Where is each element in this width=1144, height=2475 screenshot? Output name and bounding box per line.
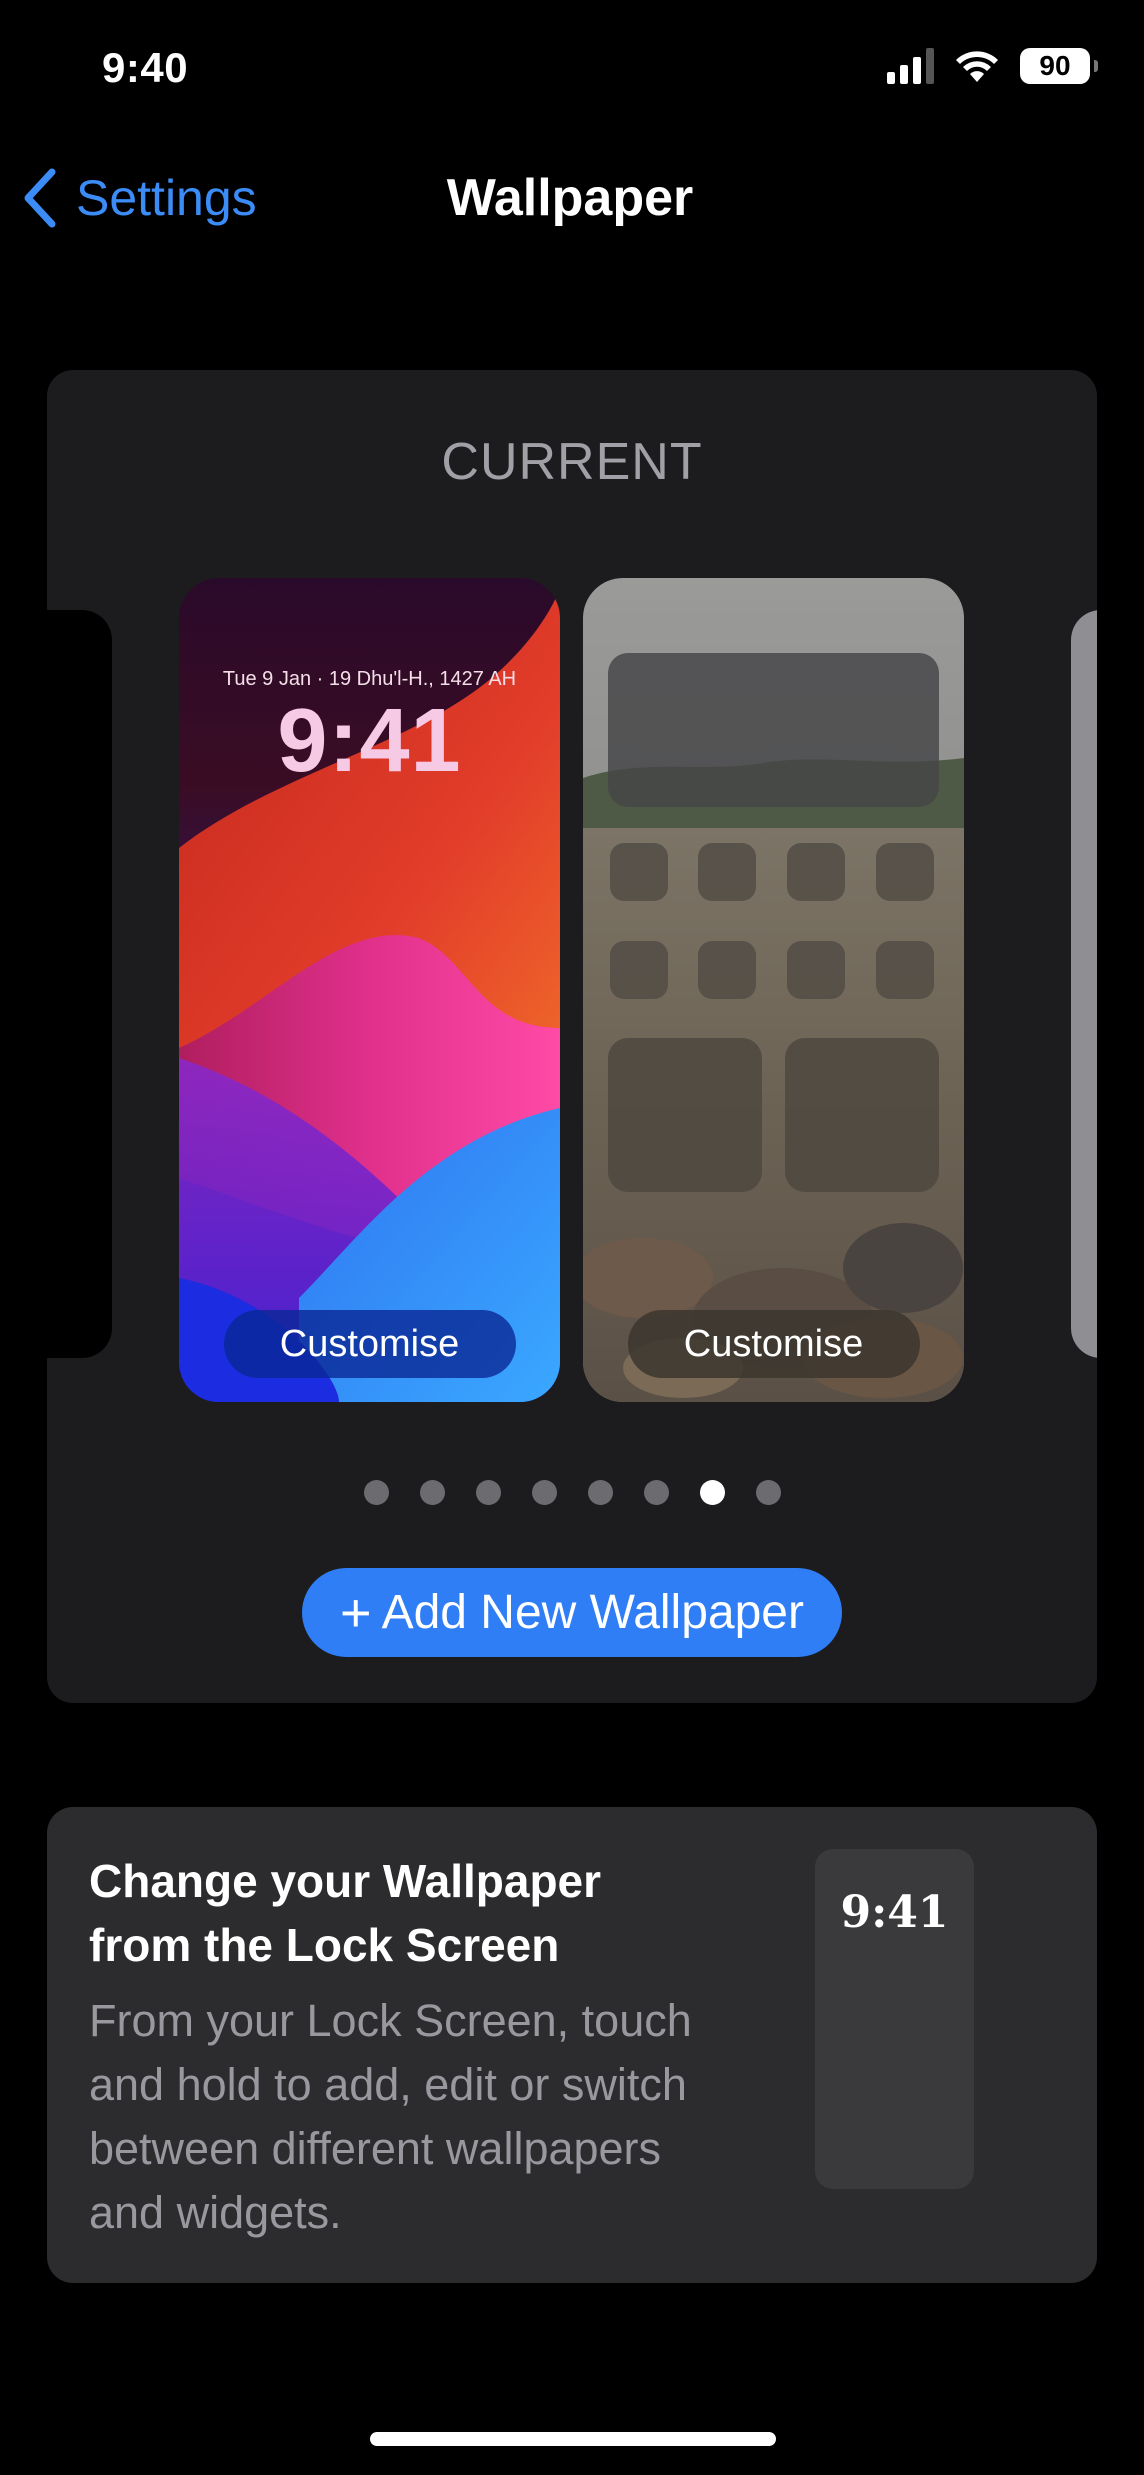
home-screen-preview[interactable]: Customise [583, 578, 964, 1402]
app-icon [787, 843, 845, 901]
add-new-wallpaper-label: Add New Wallpaper [381, 1586, 804, 1639]
tip-body: From your Lock Screen, touch and hold to… [89, 1995, 692, 2238]
page-dot[interactable] [755, 1480, 781, 1505]
app-icon [787, 941, 845, 999]
chevron-left-icon [24, 168, 56, 228]
lock-screen-tip-panel: Change your Wallpaper from the Lock Scre… [47, 1807, 1097, 2283]
customise-lock-screen-button[interactable]: Customise [223, 1310, 516, 1378]
app-icon [876, 843, 934, 901]
lock-screen-date: Tue 9 Jan · 19 Dhu'l-H., 1427 AH [222, 668, 517, 690]
app-icon [698, 843, 756, 901]
current-wallpaper-panel: CURRENT Tue 9 Jan · 19 Dhu'l-H., 1427 AH… [47, 370, 1097, 1703]
back-button[interactable]: Settings [22, 168, 257, 228]
add-new-wallpaper-button[interactable]: + Add New Wallpaper [302, 1568, 842, 1657]
page-dot[interactable] [587, 1480, 613, 1505]
home-widget-left [608, 1038, 762, 1192]
next-wallpaper-card[interactable] [1071, 610, 1097, 1358]
current-section-label: CURRENT [441, 433, 703, 491]
page-dot-active[interactable] [699, 1480, 725, 1505]
lock-screen-preview[interactable]: Tue 9 Jan · 19 Dhu'l-H., 1427 AH 9:41 Cu… [179, 578, 560, 1402]
status-time: 9:40 [102, 44, 189, 91]
back-button-label: Settings [76, 170, 257, 226]
page-title-text: Wallpaper [446, 169, 694, 227]
home-widget-right [785, 1038, 939, 1192]
wifi-icon [956, 51, 998, 82]
app-icon [698, 941, 756, 999]
tip-title: Change your Wallpaper from the Lock Scre… [89, 1855, 602, 1971]
status-icons: 90 [887, 48, 1098, 84]
cellular-signal-icon [887, 48, 934, 84]
lock-screen-time: 9:41 [277, 691, 462, 791]
battery-level: 90 [1039, 50, 1071, 81]
plus-icon: + [340, 1582, 372, 1643]
illustration-time: 9:41 [840, 1887, 949, 1938]
battery-icon: 90 [1020, 48, 1098, 84]
app-icon [610, 941, 668, 999]
page-dot[interactable] [531, 1480, 557, 1505]
previous-wallpaper-card[interactable] [47, 610, 112, 1358]
page-dot[interactable] [363, 1480, 389, 1505]
page-dot[interactable] [475, 1480, 501, 1505]
lock-screen-illustration: 9:41 [815, 1849, 974, 2189]
customise-home-screen-button[interactable]: Customise [627, 1310, 920, 1378]
page-indicator[interactable] [47, 1480, 1097, 1505]
app-icon [876, 941, 934, 999]
home-indicator[interactable] [370, 2432, 776, 2446]
app-icon [610, 843, 668, 901]
home-widget-top [608, 653, 939, 807]
page-dot[interactable] [643, 1480, 669, 1505]
page-dot[interactable] [419, 1480, 445, 1505]
